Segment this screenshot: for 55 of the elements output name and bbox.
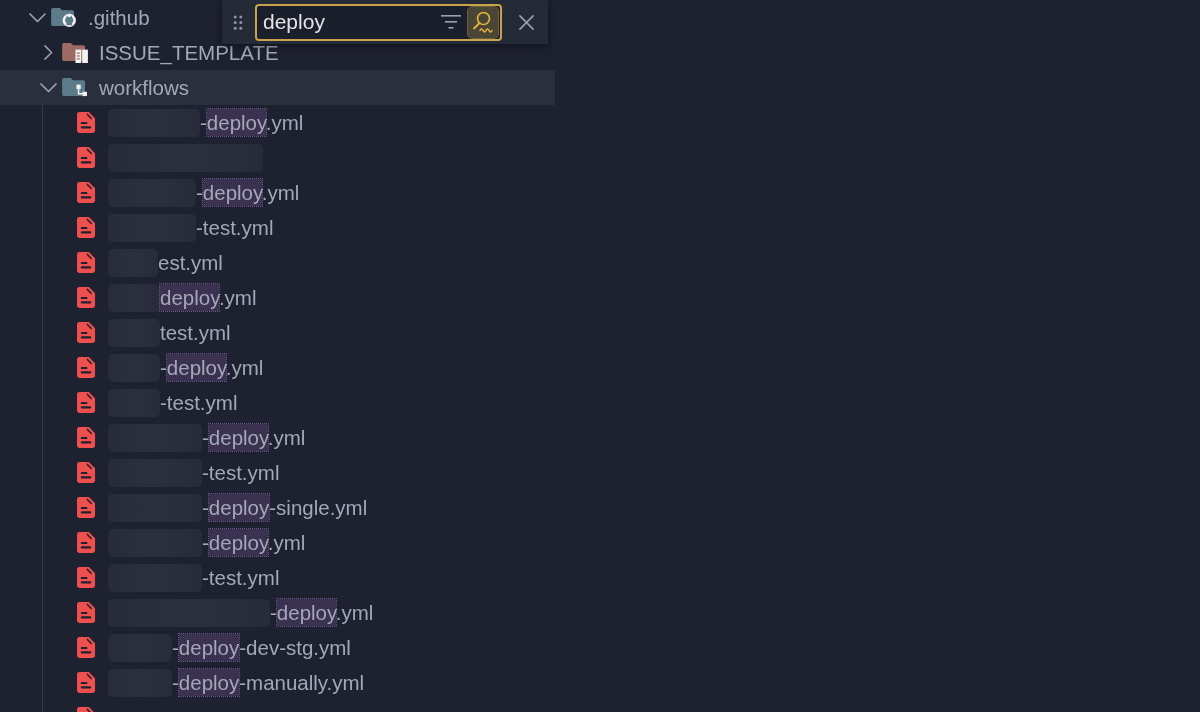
search-input[interactable]: deploy [257,10,434,34]
file-icon [76,392,96,413]
tree-item[interactable]: -test.yml [0,210,278,245]
file-icon [76,637,96,658]
tree-item[interactable]: -deploy.yml [0,420,310,455]
tree-item[interactable]: -deploy-single.yml [0,490,372,525]
file-icon [76,217,96,238]
search-match: deploy [276,598,336,626]
search-match: deploy [166,353,226,381]
folder-icon [50,7,78,28]
fuzzy-match-toggle[interactable] [468,6,498,38]
file-icon [76,252,96,273]
folder-icon [61,42,89,63]
tree-item[interactable]: -deploy-manually.yml [0,665,369,700]
file-icon [76,357,96,378]
search-field[interactable]: deploy [255,3,502,41]
tree-item[interactable]: est.yml [0,245,227,280]
file-icon [76,287,96,308]
search-match: deploy [208,423,268,451]
tree-item[interactable]: -deploy.yml [0,175,304,210]
search-match: deploy [208,493,270,521]
tree-item[interactable]: -test.yml [0,560,284,595]
filter-icon [441,15,461,29]
folder-icon [61,77,89,98]
file-icon [76,672,96,693]
tree-item[interactable]: -deploy.yml [0,525,310,560]
search-match: deploy [202,178,262,206]
file-icon [76,532,96,553]
tree-item[interactable]: -test.yml [0,385,242,420]
search-match: deploy [160,283,219,311]
tree-item[interactable]: -test.yml [0,455,284,490]
file-icon [76,497,96,518]
tree-item[interactable]: -deploy.yml [0,105,308,140]
tree-item[interactable]: -deploy-dev-stg.yml [0,630,355,665]
file-icon [76,427,96,448]
tree-item[interactable]: -deploy.yml [0,350,268,385]
file-icon [76,322,96,343]
drag-handle-icon[interactable] [233,14,243,30]
tree-item[interactable]: -deploy.yml [0,595,378,630]
search-match: deploy [178,668,240,696]
search-match: deploy [206,108,266,136]
tree-item[interactable]: .github [0,0,154,35]
close-icon [518,14,534,30]
file-icon [76,462,96,483]
file-icon [76,602,96,623]
tree-item[interactable]: test.yml [0,315,235,350]
file-icon [76,147,96,168]
tree-item[interactable]: workflows [0,70,555,105]
fuzzy-search-icon [472,11,494,33]
file-icon [76,112,96,133]
search-match: deploy [178,633,240,661]
search-match: deploy [208,528,268,556]
tree-item[interactable]: deploy.yml [0,280,261,315]
file-icon [76,567,96,588]
file-icon [76,182,96,203]
